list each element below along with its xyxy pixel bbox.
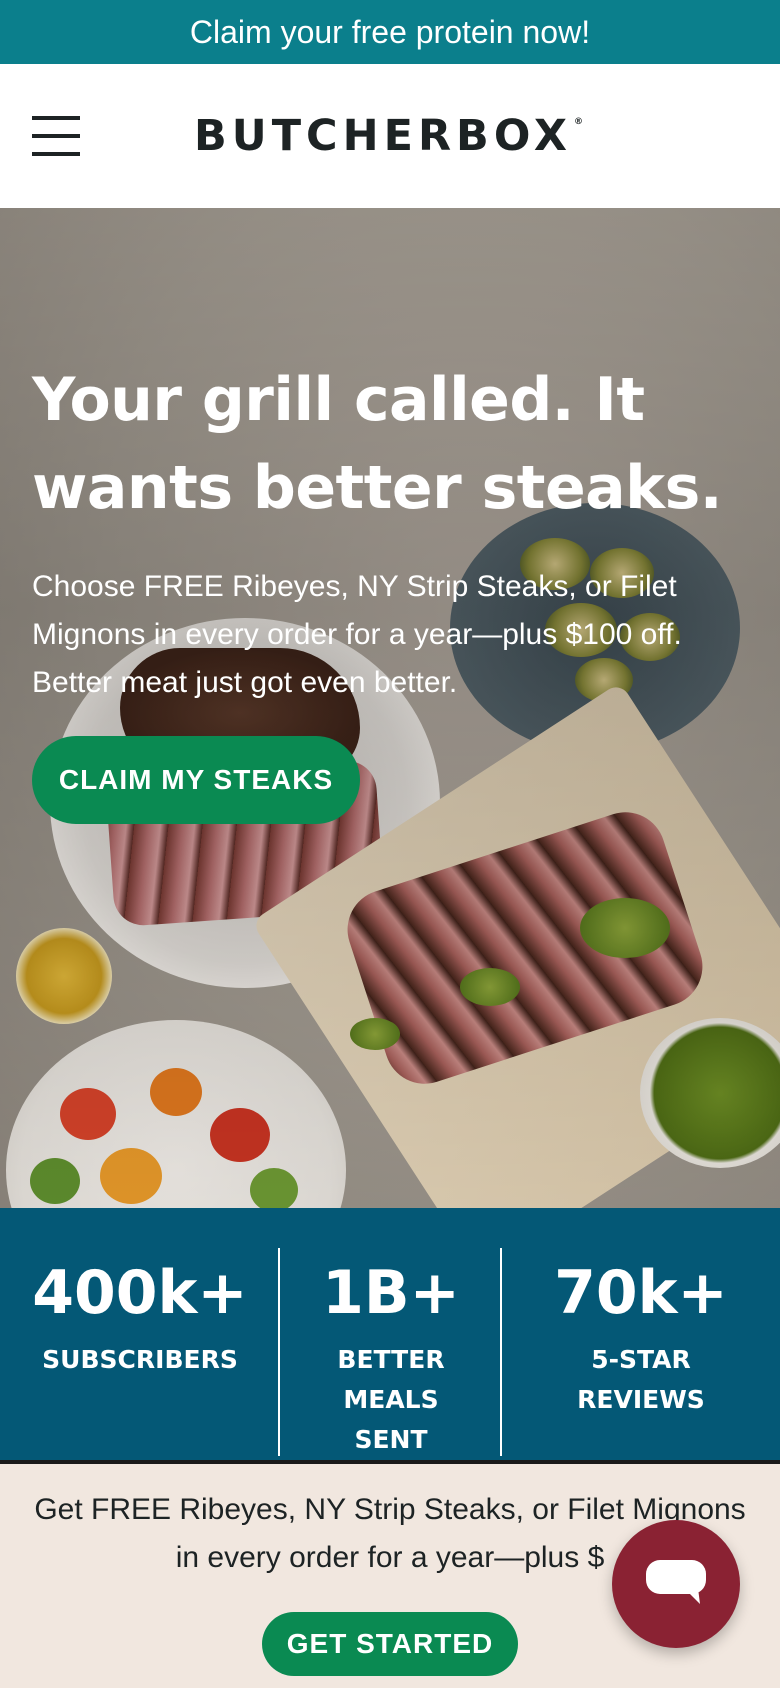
site-header: BUTCHERBOX ® [0,64,780,208]
stat-value: 400k+ [32,1258,248,1328]
hero-subtitle: Choose FREE Ribeyes, NY Strip Steaks, or… [32,570,682,699]
registered-mark: ® [574,117,584,127]
chat-button[interactable] [612,1520,740,1648]
promo-banner[interactable]: Claim your free protein now! [0,0,780,64]
hamburger-menu-icon[interactable] [32,116,80,156]
stat-value: 1B+ [322,1258,460,1328]
stat-label: BETTER MEALS SENT [337,1345,445,1454]
logo-wordmark: BUTCHERBOX [194,111,573,161]
promo-banner-text: Claim your free protein now! [189,13,591,50]
stats-bar: 400k+ SUBSCRIBERS 1B+ BETTER MEALS SENT … [0,1208,780,1460]
stat-meals-sent: 1B+ BETTER MEALS SENT [280,1208,502,1460]
claim-my-steaks-button[interactable]: CLAIM MY STEAKS [32,736,360,824]
stat-label: 5-STAR REVIEWS [577,1345,705,1414]
chat-bubble-icon [646,1560,706,1604]
stat-reviews: 70k+ 5-STAR REVIEWS [502,1208,780,1460]
hero-title: Your grill called. It wants better steak… [32,365,723,523]
stat-subscribers: 400k+ SUBSCRIBERS [0,1208,280,1460]
stat-label: SUBSCRIBERS [42,1345,238,1374]
butcherbox-logo[interactable]: BUTCHERBOX ® [194,108,594,164]
stat-value: 70k+ [554,1258,728,1328]
get-started-button[interactable]: GET STARTED [262,1612,518,1676]
hero-section: Your grill called. It wants better steak… [0,208,780,1208]
